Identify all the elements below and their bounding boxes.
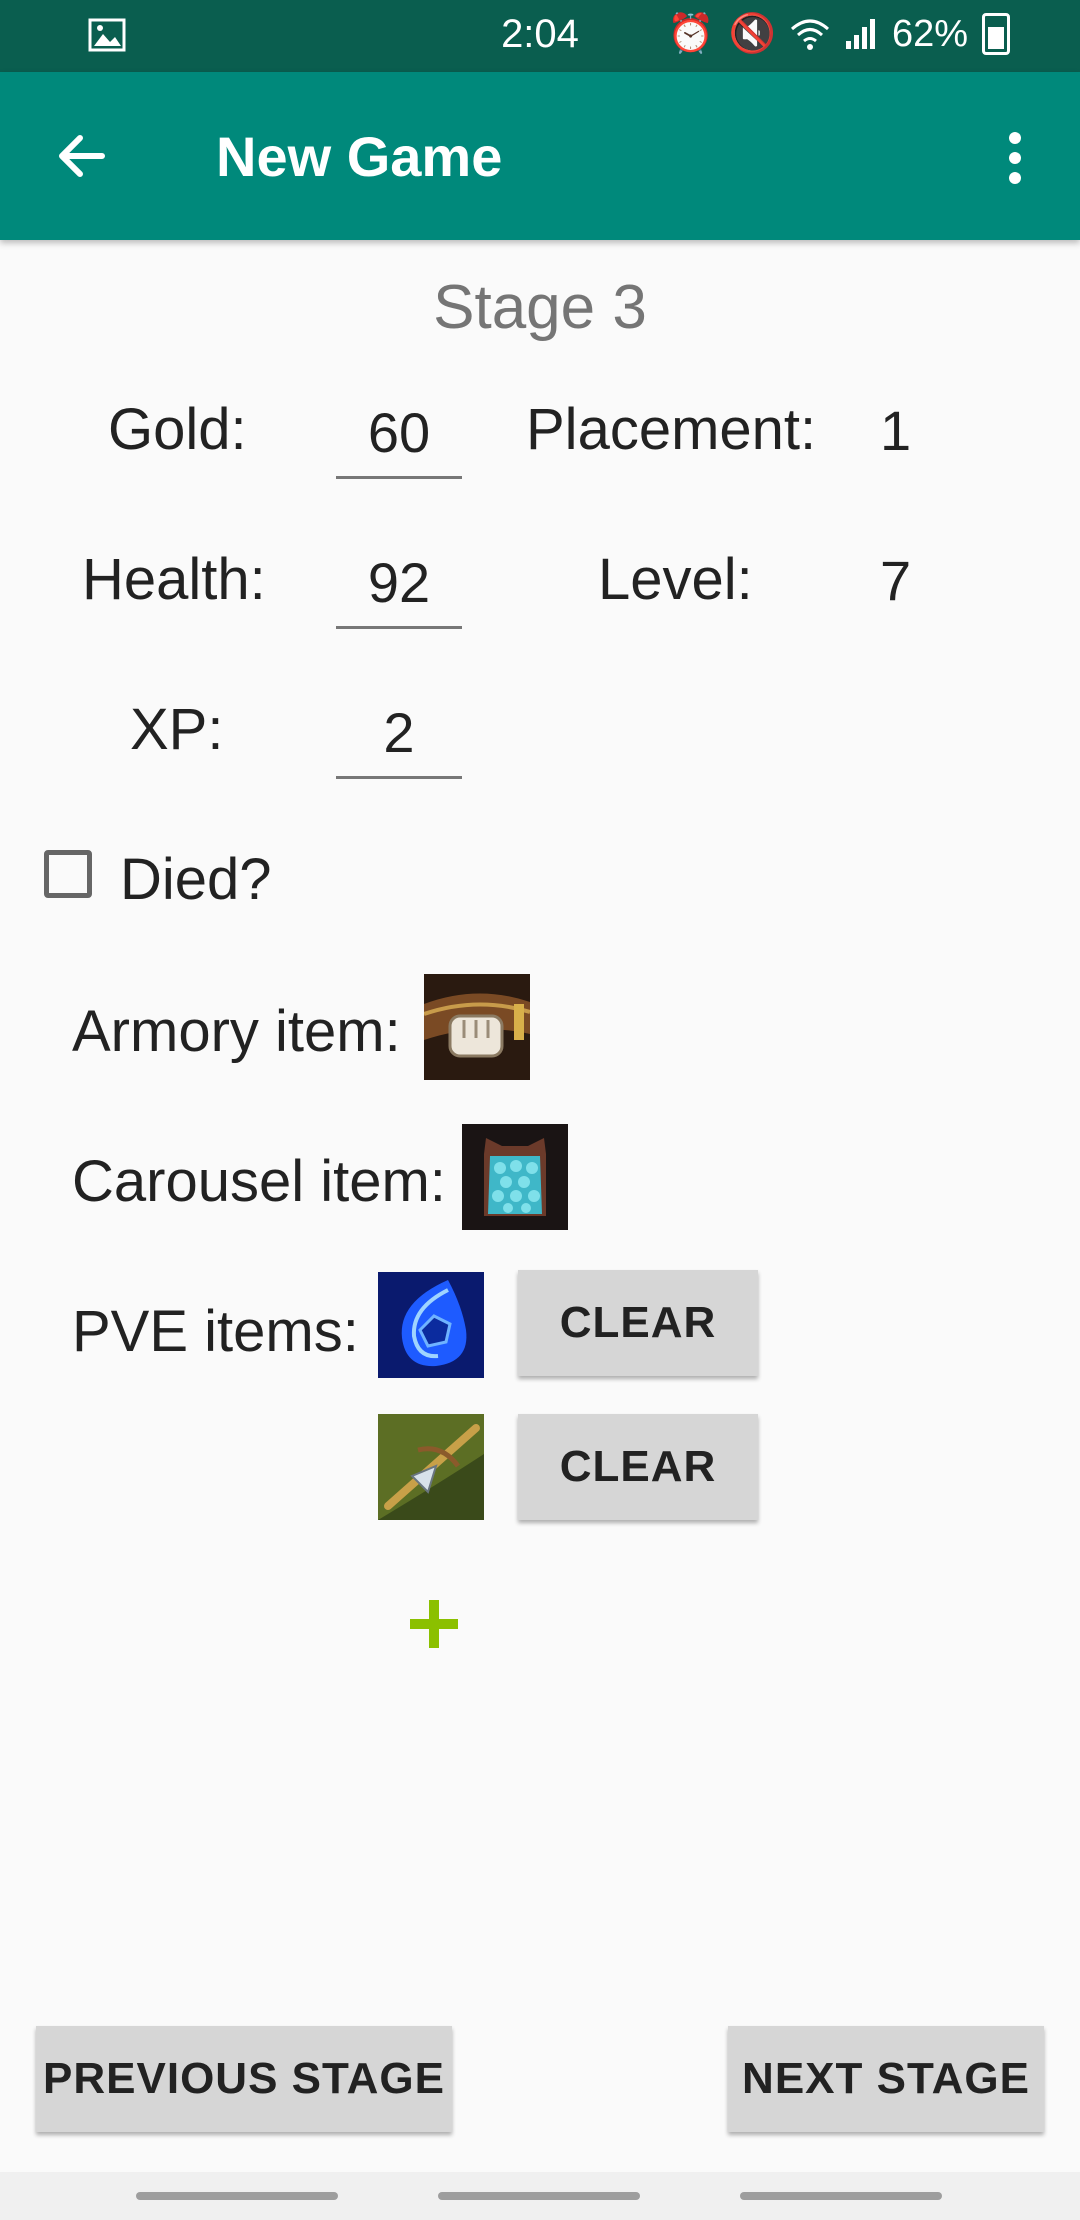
gold-input[interactable] — [336, 388, 462, 479]
status-bar: 2:04 ⏰ 🔇 62% — [0, 0, 1080, 72]
more-vert-icon[interactable] — [1000, 128, 1030, 188]
placement-label: Placement: — [526, 397, 817, 462]
level-label: Level: — [598, 547, 753, 612]
pve-items-label: PVE items: — [72, 1299, 359, 1364]
system-nav-bar — [0, 2172, 1080, 2220]
plus-icon[interactable] — [408, 1598, 460, 1650]
signal-icon — [845, 19, 875, 49]
wifi-icon — [790, 19, 829, 50]
battery-percent: 62% — [891, 12, 968, 55]
arrow-back-icon[interactable] — [52, 126, 112, 186]
mute-icon: 🔇 — [728, 13, 776, 55]
health-input[interactable] — [336, 538, 462, 629]
previous-stage-button[interactable]: PREVIOUS STAGE — [36, 2026, 452, 2132]
clear-pve-item-1-button[interactable]: CLEAR — [518, 1270, 758, 1376]
stage-title: Stage 3 — [433, 273, 647, 342]
clear-pve-item-2-button[interactable]: CLEAR — [518, 1414, 758, 1520]
next-stage-button[interactable]: NEXT STAGE — [728, 2026, 1044, 2132]
status-icons: ⏰ 🔇 62% — [667, 12, 1010, 56]
armory-item-label: Armory item: — [72, 999, 401, 1064]
battery-icon — [982, 13, 1010, 55]
died-label[interactable]: Died? — [120, 846, 272, 913]
pve-item-1-icon[interactable] — [378, 1272, 484, 1378]
carousel-item-label: Carousel item: — [72, 1149, 446, 1214]
gold-label: Gold: — [108, 397, 247, 462]
carousel-item-icon[interactable] — [462, 1124, 568, 1230]
xp-input[interactable] — [336, 688, 462, 779]
nav-recent-pill[interactable] — [136, 2192, 338, 2200]
xp-label: XP: — [130, 697, 224, 762]
health-label: Health: — [82, 547, 266, 612]
died-checkbox[interactable] — [44, 850, 92, 898]
armory-item-icon[interactable] — [424, 974, 530, 1080]
level-value: 7 — [880, 549, 912, 612]
page-title: New Game — [216, 125, 503, 188]
alarm-icon: ⏰ — [667, 13, 715, 55]
pve-item-2-icon[interactable] — [378, 1414, 484, 1520]
nav-home-pill[interactable] — [438, 2192, 640, 2200]
placement-value: 1 — [880, 399, 912, 462]
nav-back-pill[interactable] — [740, 2192, 942, 2200]
app-bar: New Game — [0, 72, 1080, 240]
